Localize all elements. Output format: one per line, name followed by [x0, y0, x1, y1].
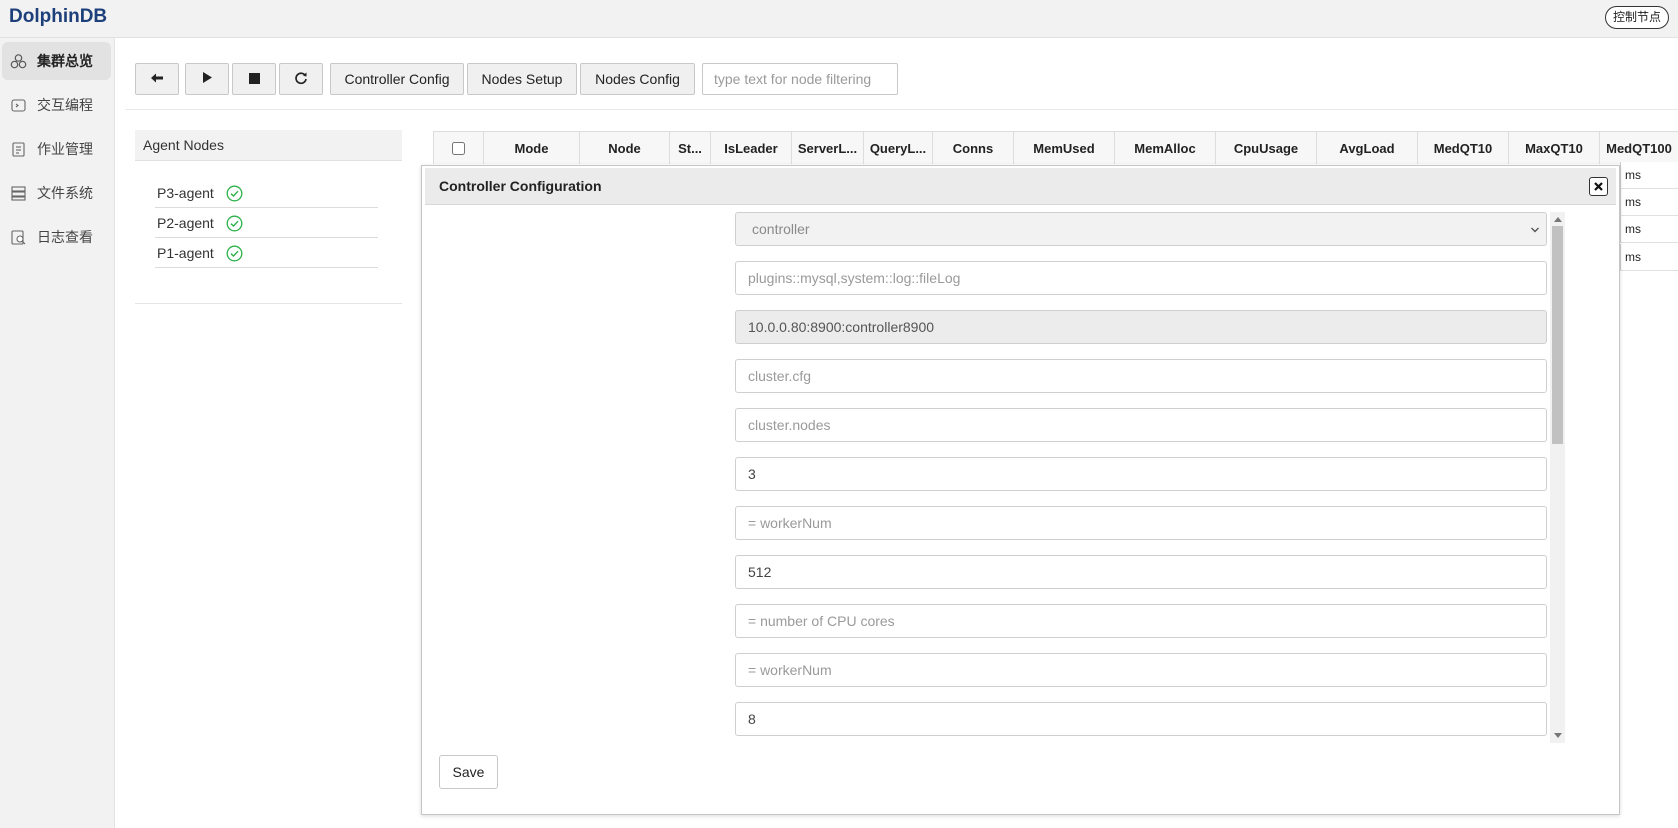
controller-config-button[interactable]: Controller Config	[330, 63, 464, 95]
check-circle-icon	[226, 245, 243, 261]
log-icon	[10, 229, 27, 246]
chevron-down-icon	[1531, 227, 1539, 233]
sidebar-item-log-viewer[interactable]: 日志查看	[2, 218, 111, 256]
nodes-setup-button[interactable]: Nodes Setup	[467, 63, 577, 95]
form-row-localsite: localSite 10.0.0.80:8900:controller8900	[422, 310, 1565, 344]
refresh-icon	[294, 71, 308, 88]
column-header-cpuusage[interactable]: CpuUsage	[1216, 131, 1317, 164]
column-header-mode[interactable]: Mode	[484, 131, 580, 164]
form-row-maxdynamicworker: maxDynamicWorker = workerNum	[422, 653, 1565, 687]
scroll-up-arrow-icon[interactable]	[1554, 217, 1562, 222]
play-icon	[201, 71, 213, 87]
column-header-isleader[interactable]: IsLeader	[711, 131, 792, 164]
config-form: mode controller preloadModules plugins::…	[422, 212, 1565, 743]
column-header-conns[interactable]: Conns	[933, 131, 1014, 164]
mode-select[interactable]: controller	[735, 212, 1547, 246]
select-all-header	[433, 131, 484, 164]
refresh-button[interactable]	[279, 63, 323, 95]
column-header-node[interactable]: Node	[580, 131, 670, 164]
column-header-avgload[interactable]: AvgLoad	[1317, 131, 1418, 164]
cluster-icon	[10, 53, 27, 70]
sidebar-item-label: 集群总览	[37, 53, 93, 69]
form-row-maxmemsize: maxMemSize* 8	[422, 702, 1565, 736]
scroll-thumb[interactable]	[1552, 226, 1563, 444]
stop-icon	[248, 71, 260, 87]
close-button[interactable]	[1589, 177, 1608, 196]
column-header-maxqt10[interactable]: MaxQT10	[1509, 131, 1600, 164]
clusterconfig-input[interactable]: cluster.cfg	[735, 359, 1547, 393]
form-row-maxconnections: maxConnections 512	[422, 555, 1565, 589]
sidebar: 集群总览 交互编程 作业管理 文件系统 日志查看	[0, 38, 115, 828]
select-all-checkbox[interactable]	[452, 141, 465, 155]
localexecutors-input[interactable]: 3	[735, 457, 1547, 491]
stop-button[interactable]	[232, 63, 276, 95]
save-button[interactable]: Save	[439, 755, 498, 789]
agent-node-item[interactable]: P3-agent	[155, 179, 378, 208]
table-cell: ms	[1620, 162, 1678, 189]
sidebar-item-label: 作业管理	[37, 141, 93, 157]
controller-configuration-dialog: Controller Configuration mode controller…	[421, 165, 1620, 815]
column-header-memalloc[interactable]: MemAlloc	[1115, 131, 1216, 164]
maxbatchjobworker-input[interactable]: = workerNum	[735, 506, 1547, 540]
form-row-preloadmodules: preloadModules plugins::mysql,system::lo…	[422, 261, 1565, 295]
sidebar-item-label: 交互编程	[37, 97, 93, 113]
close-icon	[1594, 182, 1603, 191]
table-cell: ms	[1620, 244, 1678, 271]
nodes-config-button[interactable]: Nodes Config	[580, 63, 695, 95]
column-header-memused[interactable]: MemUsed	[1014, 131, 1115, 164]
sidebar-item-label: 文件系统	[37, 185, 93, 201]
form-scrollbar[interactable]	[1550, 212, 1565, 743]
column-header-query-log[interactable]: QueryL...	[864, 131, 933, 164]
column-header-server-log[interactable]: ServerL...	[792, 131, 864, 164]
toolbar-divider	[125, 109, 1678, 110]
nodesfile-input[interactable]: cluster.nodes	[735, 408, 1547, 442]
form-row-nodesfile: nodesFile cluster.nodes	[422, 408, 1565, 442]
form-row-maxconnectionpersite: maxConnectionPerSite = number of CPU cor…	[422, 604, 1565, 638]
mode-select-value: controller	[752, 221, 810, 237]
node-filter-input[interactable]	[702, 63, 898, 95]
maxmemsize-input[interactable]: 8	[735, 702, 1547, 736]
column-header-medqt100[interactable]: MedQT100	[1600, 131, 1678, 164]
control-node-button[interactable]: 控制节点	[1604, 6, 1669, 29]
agent-node-name: P2-agent	[157, 215, 214, 231]
column-header-state[interactable]: St...	[670, 131, 711, 164]
localsite-input: 10.0.0.80:8900:controller8900	[735, 310, 1547, 344]
form-row-maxbatchjobworker: maxBatchJobWorker = workerNum	[422, 506, 1565, 540]
server-icon	[10, 185, 27, 202]
maxconnectionpersite-input[interactable]: = number of CPU cores	[735, 604, 1547, 638]
sidebar-item-job-management[interactable]: 作业管理	[2, 130, 111, 168]
form-row-mode: mode controller	[422, 212, 1565, 246]
check-circle-icon	[226, 215, 243, 231]
arrow-left-icon	[150, 71, 164, 87]
agent-nodes-panel: Agent Nodes P3-agent P2-agent P1-agent	[135, 130, 402, 304]
agent-node-name: P3-agent	[157, 185, 214, 201]
column-header-medqt10[interactable]: MedQT10	[1418, 131, 1509, 164]
dialog-title: Controller Configuration	[439, 178, 602, 194]
maxconnections-input[interactable]: 512	[735, 555, 1547, 589]
dialog-header: Controller Configuration	[425, 168, 1616, 205]
agent-node-item[interactable]: P2-agent	[155, 209, 378, 238]
sidebar-item-label: 日志查看	[37, 229, 93, 245]
sidebar-item-cluster-overview[interactable]: 集群总览	[2, 42, 111, 80]
start-button[interactable]	[185, 63, 229, 95]
code-icon	[10, 97, 27, 114]
table-cell: ms	[1620, 216, 1678, 243]
dolphindb-logo: DolphinDB	[9, 6, 108, 27]
form-row-localexecutors: localExecutors 3	[422, 457, 1565, 491]
job-icon	[10, 141, 27, 158]
check-circle-icon	[226, 185, 243, 201]
scroll-down-arrow-icon[interactable]	[1554, 733, 1562, 738]
sidebar-item-interactive-programming[interactable]: 交互编程	[2, 86, 111, 124]
agent-node-name: P1-agent	[157, 245, 214, 261]
agent-nodes-title: Agent Nodes	[135, 130, 402, 161]
back-button[interactable]	[135, 63, 179, 95]
top-bar: DolphinDB 控制节点	[0, 0, 1678, 38]
sidebar-item-file-system[interactable]: 文件系统	[2, 174, 111, 212]
table-cell: ms	[1620, 189, 1678, 216]
preloadmodules-input[interactable]: plugins::mysql,system::log::fileLog	[735, 261, 1547, 295]
form-row-clusterconfig: clusterConfig cluster.cfg	[422, 359, 1565, 393]
maxdynamicworker-input[interactable]: = workerNum	[735, 653, 1547, 687]
agent-node-item[interactable]: P1-agent	[155, 239, 378, 268]
